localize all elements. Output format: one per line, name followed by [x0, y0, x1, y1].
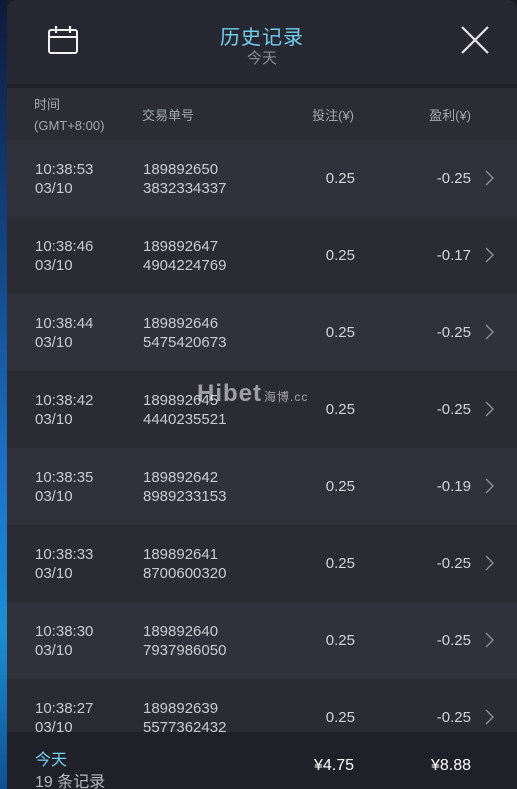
table-row[interactable]: 10:38:46 03/10 189892647 4904224769 0.25…	[7, 217, 517, 294]
column-header: 时间 (GMT+8:00) 交易单号 投注(¥) 盈利(¥)	[7, 88, 517, 140]
row-profit: -0.19	[436, 478, 471, 495]
row-order-suffix: 3832334337	[143, 180, 227, 197]
row-profit: -0.25	[436, 709, 471, 726]
row-date: 03/10	[35, 565, 73, 582]
row-profit: -0.25	[436, 632, 471, 649]
row-order-id: 189892646	[143, 315, 219, 332]
row-time: 10:38:27	[35, 700, 94, 717]
row-profit: -0.25	[436, 170, 471, 187]
row-order-id: 189892645	[143, 392, 219, 409]
history-list: 10:38:53 03/10 189892650 3832334337 0.25…	[7, 140, 517, 756]
chevron-right-icon[interactable]	[485, 709, 494, 725]
table-row[interactable]: 10:38:53 03/10 189892650 3832334337 0.25…	[7, 140, 517, 217]
row-date: 03/10	[35, 180, 73, 197]
row-profit: -0.17	[436, 247, 471, 264]
row-bet: 0.25	[325, 170, 355, 187]
chevron-right-icon[interactable]	[485, 478, 494, 494]
row-time: 10:38:30	[35, 623, 94, 640]
chevron-right-icon[interactable]	[485, 555, 494, 571]
table-row[interactable]: 10:38:44 03/10 189892646 5475420673 0.25…	[7, 294, 517, 371]
row-order-suffix: 7937986050	[143, 642, 227, 659]
chevron-right-icon[interactable]	[485, 170, 494, 186]
row-order-id: 189892639	[143, 700, 219, 717]
row-time: 10:38:42	[35, 392, 94, 409]
row-date: 03/10	[35, 411, 73, 428]
row-order-id: 189892641	[143, 546, 219, 563]
row-order-id: 189892642	[143, 469, 219, 486]
row-order-id: 189892647	[143, 238, 219, 255]
footer-period-label: 今天	[35, 752, 68, 769]
column-time-label: 时间	[34, 97, 61, 112]
row-date: 03/10	[35, 257, 73, 274]
row-order-suffix: 8700600320	[143, 565, 227, 582]
table-row[interactable]: 10:38:42 03/10 189892645 4440235521 0.25…	[7, 371, 517, 448]
row-order-suffix: 8989233153	[143, 488, 227, 505]
row-time: 10:38:46	[35, 238, 94, 255]
row-date: 03/10	[35, 334, 73, 351]
row-profit: -0.25	[436, 555, 471, 572]
row-bet: 0.25	[325, 247, 355, 264]
summary-footer: 今天 19 条记录 ¥4.75 ¥8.88	[7, 732, 517, 789]
row-bet: 0.25	[325, 401, 355, 418]
column-bet: 投注(¥)	[312, 108, 354, 123]
row-date: 03/10	[35, 642, 73, 659]
column-profit: 盈利(¥)	[429, 108, 471, 123]
row-time: 10:38:33	[35, 546, 94, 563]
history-panel: 历史记录 今天 时间 (GMT+8:00) 交易单号 投注(¥) 盈利(¥) 1…	[7, 0, 517, 789]
row-time: 10:38:35	[35, 469, 94, 486]
chevron-right-icon[interactable]	[485, 324, 494, 340]
row-order-suffix: 4904224769	[143, 257, 227, 274]
column-time: 时间 (GMT+8:00)	[34, 94, 104, 136]
row-order-id: 189892640	[143, 623, 219, 640]
left-edge-glow	[0, 0, 7, 789]
header: 历史记录 今天	[7, 0, 517, 84]
row-bet: 0.25	[325, 632, 355, 649]
row-time: 10:38:44	[35, 315, 94, 332]
footer-total-bet: ¥4.75	[313, 757, 354, 774]
row-bet: 0.25	[325, 709, 355, 726]
close-icon[interactable]	[460, 25, 490, 55]
chevron-right-icon[interactable]	[485, 401, 494, 417]
chevron-right-icon[interactable]	[485, 632, 494, 648]
row-order-id: 189892650	[143, 161, 219, 178]
footer-total-profit: ¥8.88	[430, 757, 471, 774]
row-time: 10:38:53	[35, 161, 94, 178]
chevron-right-icon[interactable]	[485, 247, 494, 263]
row-profit: -0.25	[436, 324, 471, 341]
row-bet: 0.25	[325, 324, 355, 341]
row-bet: 0.25	[325, 555, 355, 572]
column-order: 交易单号	[142, 108, 195, 123]
date-filter-label: 今天	[246, 50, 277, 67]
row-date: 03/10	[35, 488, 73, 505]
row-profit: -0.25	[436, 401, 471, 418]
row-order-suffix: 5475420673	[143, 334, 227, 351]
footer-record-count: 19 条记录	[35, 774, 106, 789]
row-order-suffix: 4440235521	[143, 411, 227, 428]
row-bet: 0.25	[325, 478, 355, 495]
table-row[interactable]: 10:38:35 03/10 189892642 8989233153 0.25…	[7, 448, 517, 525]
table-row[interactable]: 10:38:33 03/10 189892641 8700600320 0.25…	[7, 525, 517, 602]
page-title: 历史记录	[220, 27, 304, 49]
column-time-zone: (GMT+8:00)	[34, 118, 105, 133]
table-row[interactable]: 10:38:30 03/10 189892640 7937986050 0.25…	[7, 602, 517, 679]
